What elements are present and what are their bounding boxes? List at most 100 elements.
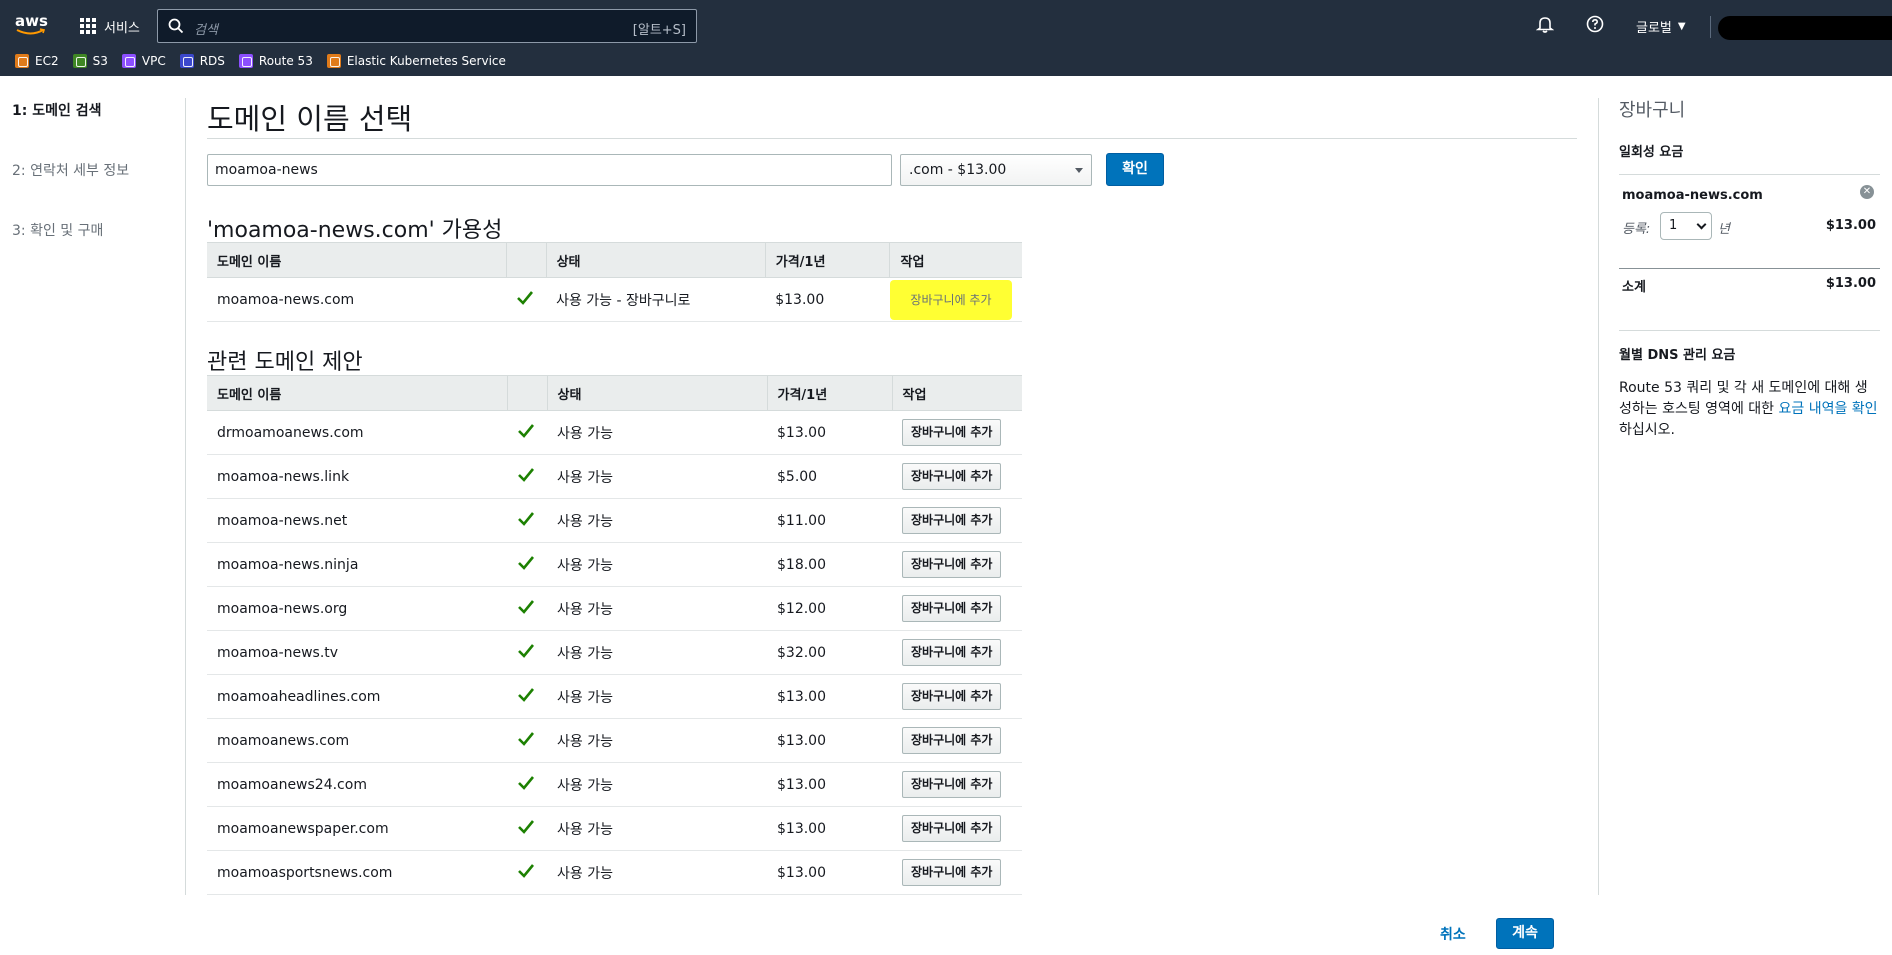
add-to-cart-button[interactable]: 장바구니에 추가 — [902, 815, 1002, 842]
table-row: moamoa-news.com 사용 가능 - 장바구니로 $13.00 장바구… — [207, 277, 1022, 322]
caret-down-icon — [1075, 168, 1083, 173]
search-icon — [168, 18, 184, 34]
year-unit-label: 년 — [1718, 222, 1730, 237]
check-icon — [506, 277, 547, 322]
check-icon — [507, 674, 547, 719]
domain-status: 사용 가능 — [547, 498, 767, 543]
route53-icon — [238, 54, 253, 68]
cancel-button[interactable]: 취소 — [1440, 924, 1466, 944]
services-label: 서비스 — [104, 20, 140, 36]
check-icon — [507, 718, 547, 763]
favorite-service[interactable]: EC2 — [15, 54, 59, 68]
favorite-service[interactable]: S3 — [72, 54, 108, 68]
page-title: 도메인 이름 선택 — [207, 102, 413, 136]
help-button[interactable] — [1586, 15, 1604, 37]
add-to-cart-button[interactable]: 장바구니에 추가 — [902, 595, 1002, 622]
favorite-service[interactable]: Route 53 — [238, 54, 313, 68]
domain-name: moamoa-news.com — [207, 277, 507, 322]
domain-name: moamoaheadlines.com — [207, 674, 507, 719]
col-header-action: 작업 — [891, 375, 1022, 411]
domain-name: moamoa-news.org — [207, 586, 507, 631]
services-menu-button[interactable]: 서비스 — [80, 15, 140, 37]
registration-years-value: 1 — [1669, 218, 1678, 233]
one-time-fee-title: 일회성 요금 — [1619, 145, 1684, 160]
favorites-bar: EC2 S3 VPC RDS Route 53 Elastic Kubernetes Se… — [0, 48, 506, 74]
domain-status: 사용 가능 - 장바구니로 — [546, 277, 766, 322]
col-header-domain: 도메인 이름 — [207, 242, 507, 278]
check-icon — [507, 498, 547, 543]
cart-domain-price: $13.00 — [1825, 218, 1876, 233]
tld-select[interactable]: .com - $13.00 — [900, 154, 1092, 186]
subtotal-label: 소계 — [1622, 280, 1646, 295]
table-row: moamoa-news.net 사용 가능 $11.00 장바구니에 추가 — [207, 498, 1022, 543]
table-row: moamoanews24.com 사용 가능 $13.00 장바구니에 추가 — [207, 762, 1022, 807]
col-header-check — [506, 375, 547, 411]
search-input[interactable]: 검색 [알트+S] — [157, 9, 697, 43]
caret-down-icon: ▼ — [1677, 20, 1686, 32]
cart-title: 장바구니 — [1619, 100, 1686, 121]
domain-status: 사용 가능 — [547, 762, 767, 807]
tld-selected-value: .com - $13.00 — [909, 162, 1007, 178]
check-button[interactable]: 확인 — [1106, 153, 1164, 186]
domain-price: $5.00 — [767, 454, 892, 499]
add-to-cart-button[interactable]: 장바구니에 추가 — [902, 727, 1002, 754]
add-to-cart-button[interactable]: 장바구니에 추가 — [902, 771, 1002, 798]
domain-price: $13.00 — [767, 806, 892, 851]
search-shortcut: [알트+S] — [632, 23, 686, 38]
add-to-cart-button[interactable]: 장바구니에 추가 — [902, 551, 1002, 578]
remove-icon[interactable]: ✕ — [1860, 185, 1874, 199]
aws-logo[interactable]: aws — [15, 13, 49, 41]
cart-domain-name: moamoa-news.com — [1622, 188, 1763, 203]
notifications-button[interactable] — [1535, 15, 1555, 37]
wizard-step-search[interactable]: 1: 도메인 검색 — [12, 100, 182, 120]
subtotal-value: $13.00 — [1825, 276, 1876, 291]
favorite-service[interactable]: VPC — [121, 54, 166, 68]
right-divider — [1598, 98, 1599, 895]
table-header-row: 도메인 이름 상태 가격/1년 작업 — [207, 375, 1022, 411]
search-placeholder: 검색 — [194, 23, 218, 38]
domain-name: moamoa-news.link — [207, 454, 507, 499]
domain-search-input[interactable]: moamoa-news — [207, 154, 892, 186]
add-to-cart-button[interactable]: 장바구니에 추가 — [902, 419, 1002, 446]
cart-divider — [1619, 174, 1880, 175]
domain-name: moamoa-news.net — [207, 498, 507, 543]
aws-logo-text: aws — [15, 12, 48, 30]
top-navigation: aws 서비스 검색 [알트+S] 글로벌 ▼ EC2 S3 VPC RDS R… — [0, 0, 1892, 76]
favorite-service[interactable]: Elastic Kubernetes Service — [326, 54, 506, 68]
add-to-cart-button[interactable]: 장바구니에 추가 — [902, 859, 1002, 886]
aws-smile-icon — [16, 28, 46, 35]
col-header-action: 작업 — [889, 242, 1022, 278]
col-header-price: 가격/1년 — [764, 242, 890, 278]
domain-price: $11.00 — [767, 498, 892, 543]
domain-price: $13.00 — [767, 762, 892, 807]
domain-price: $13.00 — [767, 674, 892, 719]
add-to-cart-button[interactable]: 장바구니에 추가 — [902, 463, 1002, 490]
continue-button[interactable]: 계속 — [1496, 918, 1554, 949]
domain-status: 사용 가능 — [547, 674, 767, 719]
add-to-cart-button[interactable]: 장바구니에 추가 — [902, 507, 1002, 534]
add-to-cart-button[interactable]: 장바구니에 추가 — [889, 279, 1012, 320]
add-to-cart-button[interactable]: 장바구니에 추가 — [902, 639, 1002, 666]
domain-name: moamoanews24.com — [207, 762, 507, 807]
table-row: moamoa-news.tv 사용 가능 $32.00 장바구니에 추가 — [207, 630, 1022, 675]
domain-price: $13.00 — [767, 718, 892, 763]
dns-fee-description: Route 53 쿼리 및 각 새 도메인에 대해 생성하는 호스팅 영역에 대… — [1619, 378, 1879, 441]
check-icon — [507, 850, 547, 895]
region-selector[interactable]: 글로벌 ▼ — [1636, 15, 1686, 37]
left-divider — [185, 98, 186, 895]
table-row: moamoaheadlines.com 사용 가능 $13.00 장바구니에 추가 — [207, 674, 1022, 719]
favorite-service[interactable]: RDS — [179, 54, 225, 68]
pricing-link[interactable]: 요금 내역을 확인 — [1778, 401, 1877, 417]
domain-price: $13.00 — [765, 277, 890, 322]
add-to-cart-button[interactable]: 장바구니에 추가 — [902, 683, 1002, 710]
cart-divider — [1619, 330, 1880, 331]
check-icon — [507, 542, 547, 587]
eks-icon — [326, 54, 341, 68]
account-menu-redacted[interactable] — [1718, 16, 1892, 40]
wizard-step-contact: 2: 연락처 세부 정보 — [12, 163, 130, 179]
check-icon — [507, 630, 547, 675]
registration-years-select[interactable]: 1 — [1660, 212, 1712, 240]
domain-price: $12.00 — [767, 586, 892, 631]
check-icon — [507, 806, 547, 851]
rds-icon — [179, 54, 194, 68]
